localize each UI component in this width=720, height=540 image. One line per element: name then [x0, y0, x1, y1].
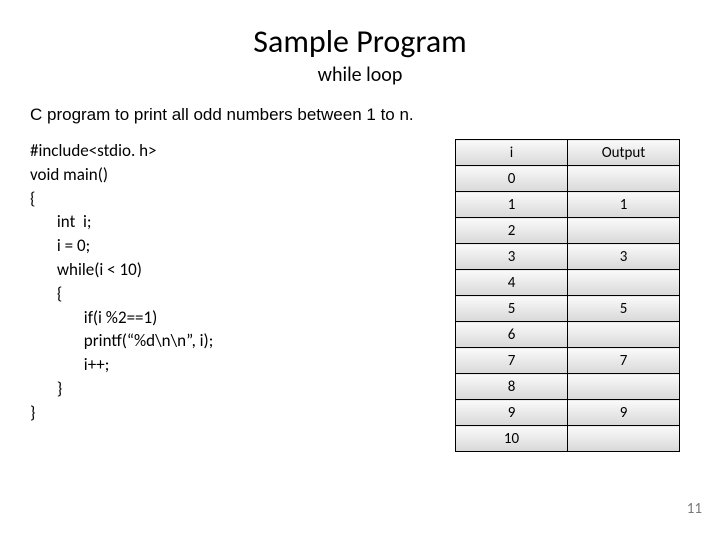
cell-i: 6 — [456, 322, 568, 348]
table-row: 10 — [456, 426, 680, 452]
table-row: 55 — [456, 296, 680, 322]
table-row: 77 — [456, 348, 680, 374]
cell-i: 2 — [456, 218, 568, 244]
cell-output: 1 — [568, 192, 680, 218]
cell-output: 7 — [568, 348, 680, 374]
slide-title: Sample Program — [30, 22, 690, 61]
slide-description: C program to print all odd numbers betwe… — [30, 105, 690, 125]
table-header-output: Output — [568, 140, 680, 166]
cell-i: 0 — [456, 166, 568, 192]
cell-i: 4 — [456, 270, 568, 296]
trace-table: i Output 0 11 2 33 4 55 6 77 8 99 10 — [455, 139, 680, 452]
cell-output — [568, 426, 680, 452]
table-row: 6 — [456, 322, 680, 348]
cell-i: 3 — [456, 244, 568, 270]
cell-i: 1 — [456, 192, 568, 218]
table-row: 0 — [456, 166, 680, 192]
cell-output: 9 — [568, 400, 680, 426]
slide-subtitle: while loop — [30, 63, 690, 87]
cell-i: 7 — [456, 348, 568, 374]
cell-output — [568, 270, 680, 296]
cell-i: 5 — [456, 296, 568, 322]
table-row: 4 — [456, 270, 680, 296]
cell-i: 9 — [456, 400, 568, 426]
cell-output: 5 — [568, 296, 680, 322]
code-block: #include<stdio. h> void main() { int i; … — [30, 139, 455, 452]
cell-output — [568, 166, 680, 192]
table-row: 33 — [456, 244, 680, 270]
table-row: 8 — [456, 374, 680, 400]
table-header-i: i — [456, 140, 568, 166]
table-row: 99 — [456, 400, 680, 426]
page-number: 11 — [687, 500, 702, 518]
cell-i: 8 — [456, 374, 568, 400]
cell-output — [568, 218, 680, 244]
table-row: 2 — [456, 218, 680, 244]
cell-i: 10 — [456, 426, 568, 452]
content-area: #include<stdio. h> void main() { int i; … — [30, 139, 690, 452]
cell-output — [568, 322, 680, 348]
cell-output — [568, 374, 680, 400]
table-row: 11 — [456, 192, 680, 218]
cell-output: 3 — [568, 244, 680, 270]
